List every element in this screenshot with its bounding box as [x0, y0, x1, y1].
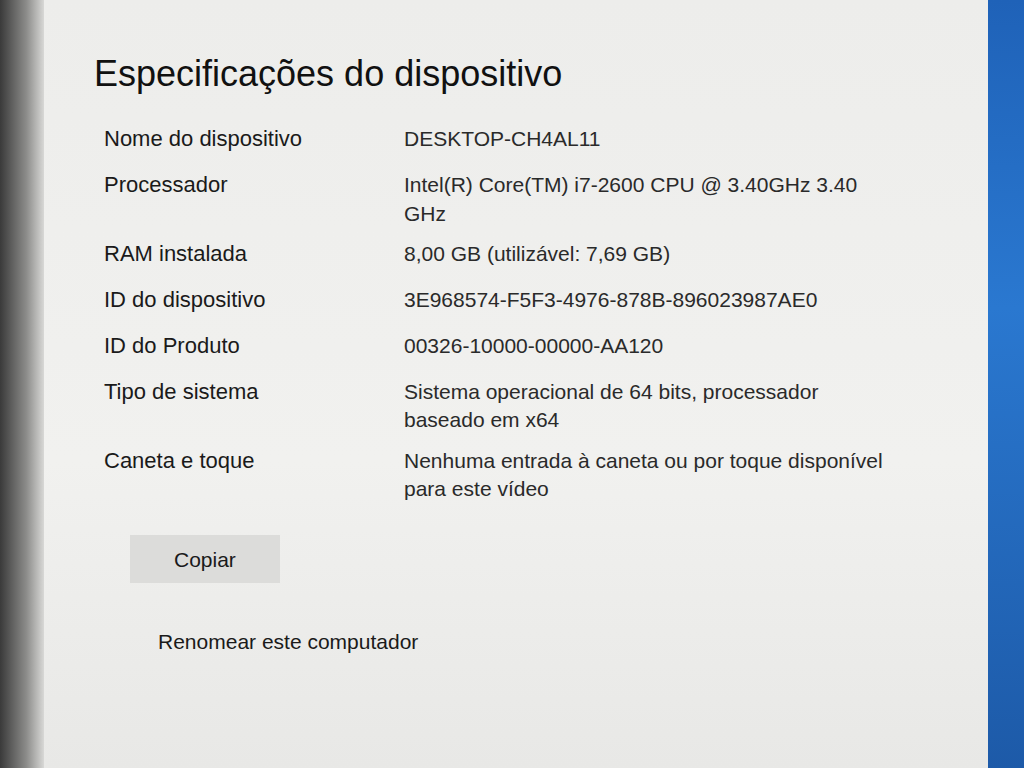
rename-button[interactable]: Renomear este computador — [130, 617, 462, 665]
spec-value: Nenhuma entrada à caneta ou por toque di… — [404, 447, 884, 504]
spec-label: Tipo de sistema — [104, 378, 404, 407]
spec-row: Nome do dispositivoDESKTOP-CH4AL11 — [104, 125, 968, 159]
spec-list: Nome do dispositivoDESKTOP-CH4AL11Proces… — [94, 125, 968, 503]
spec-label: ID do dispositivo — [104, 286, 404, 315]
spec-value: 8,00 GB (utilizável: 7,69 GB) — [404, 240, 884, 268]
action-list: Copiar Renomear este computador — [94, 535, 968, 665]
spec-label: ID do Produto — [104, 332, 404, 361]
spec-row: ID do Produto00326-10000-00000-AA120 — [104, 332, 968, 366]
copy-button[interactable]: Copiar — [130, 535, 280, 583]
settings-panel: Especificações do dispositivo Nome do dis… — [44, 0, 988, 768]
spec-value: Intel(R) Core(TM) i7-2600 CPU @ 3.40GHz … — [404, 171, 884, 228]
spec-row: RAM instalada8,00 GB (utilizável: 7,69 G… — [104, 240, 968, 274]
spec-value: 3E968574-F5F3-4976-878B-896023987AE0 — [404, 286, 884, 314]
spec-value: Sistema operacional de 64 bits, processa… — [404, 378, 884, 435]
spec-label: Processador — [104, 171, 404, 200]
desktop-wallpaper — [988, 0, 1024, 768]
spec-label: Caneta e toque — [104, 447, 404, 476]
spec-row: Caneta e toqueNenhuma entrada à caneta o… — [104, 447, 968, 504]
spec-value: DESKTOP-CH4AL11 — [404, 125, 884, 153]
spec-row: Tipo de sistemaSistema operacional de 64… — [104, 378, 968, 435]
page-title: Especificações do dispositivo — [94, 52, 968, 95]
spec-value: 00326-10000-00000-AA120 — [404, 332, 884, 360]
spec-row: ProcessadorIntel(R) Core(TM) i7-2600 CPU… — [104, 171, 968, 228]
spec-label: Nome do dispositivo — [104, 125, 404, 154]
spec-row: ID do dispositivo3E968574-F5F3-4976-878B… — [104, 286, 968, 320]
spec-label: RAM instalada — [104, 240, 404, 269]
monitor-bezel — [0, 0, 44, 768]
